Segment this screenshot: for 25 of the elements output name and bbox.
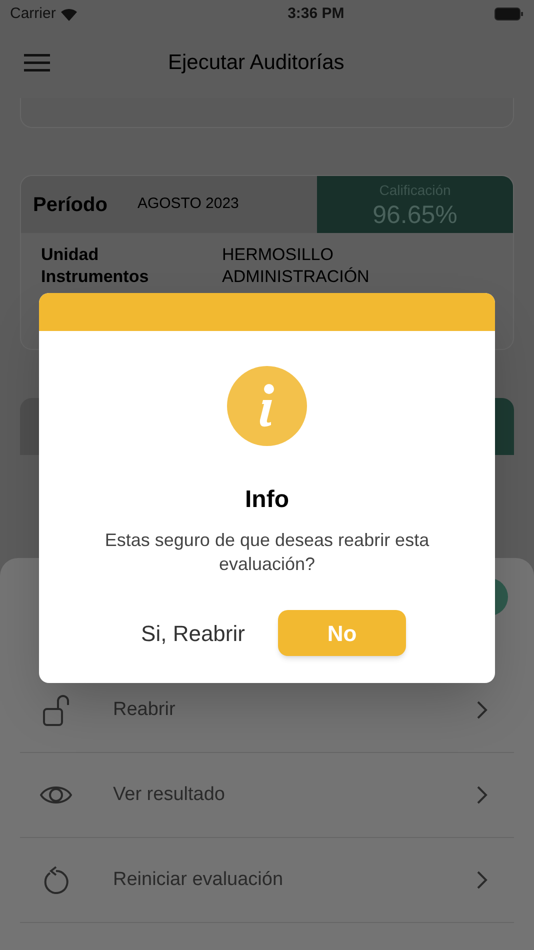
carrier-text: Carrier <box>10 4 56 24</box>
row-value: HERMOSILLO <box>222 245 334 265</box>
no-button[interactable]: No <box>278 610 406 656</box>
unlock-icon <box>42 693 70 727</box>
wifi-icon <box>60 8 78 20</box>
row-value: ADMINISTRACIÓN <box>222 267 370 287</box>
restart-icon <box>43 866 69 894</box>
chevron-icon <box>476 785 488 805</box>
eye-icon <box>40 784 72 806</box>
dialog-title: Info <box>245 485 289 515</box>
page-title: Ejecutar Auditorías <box>168 50 344 76</box>
action-item[interactable]: Reiniciar evaluación <box>20 838 514 923</box>
confirm-button[interactable]: Si, Reabrir <box>128 610 258 656</box>
action-item[interactable]: Ver resultado <box>20 753 514 838</box>
battery-icon <box>494 7 524 21</box>
period-label: Período <box>33 192 108 218</box>
dialog-message: Estas seguro de que deseas reabrir esta evaluación? <box>104 529 430 576</box>
row-label: Unidad <box>41 245 100 265</box>
menu-icon[interactable] <box>24 54 50 72</box>
chevron-icon <box>476 700 488 720</box>
time-text: 3:36 PM <box>288 4 344 24</box>
period-value: AGOSTO 2023 <box>137 194 239 214</box>
row-label: Instrumentos <box>41 267 150 287</box>
info-icon <box>227 366 307 446</box>
chevron-icon <box>476 870 488 890</box>
